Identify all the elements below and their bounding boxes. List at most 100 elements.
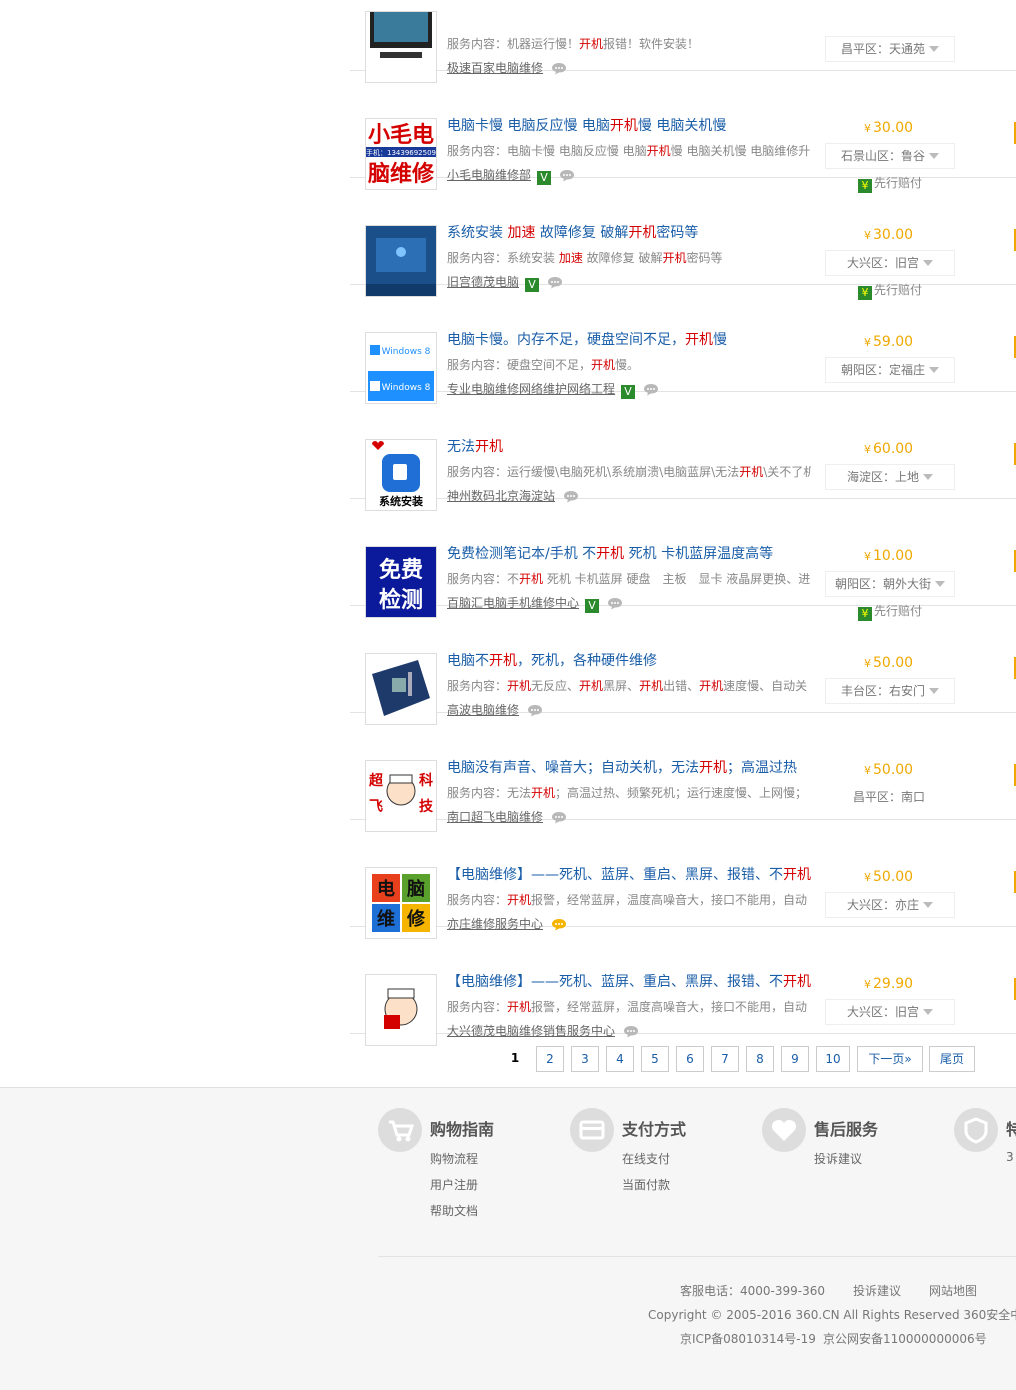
price-value: 59.00 (873, 334, 914, 350)
footer-title: 支付方式 (622, 1120, 687, 1139)
list-item: 小毛电 手机：13439692509 脑维修 电脑卡慢 电脑反应慢 电脑开机慢 电脑关… (350, 70, 1016, 193)
area-dropdown[interactable]: 大兴区：亦庄 (825, 892, 955, 918)
service-description: 服务内容：机器运行慢！开机报错！软件安装！ (447, 35, 811, 52)
svg-text:手机：13439692509: 手机：13439692509 (366, 148, 436, 157)
svg-text:飞: 飞 (369, 799, 383, 815)
title-text: ；高温过热 (727, 760, 797, 776)
footer-link-shopping-flow[interactable]: 购物流程 (430, 1150, 478, 1167)
item-title[interactable]: 电脑卡慢。内存不足，硬盘空间不足，开机慢 (447, 329, 727, 349)
page-link-3[interactable]: 3 (571, 1046, 599, 1072)
description-text: 慢。 (615, 358, 640, 372)
keyword-highlight: 开机 (591, 358, 616, 372)
next-page-button[interactable]: 下一页» (857, 1046, 923, 1072)
chevron-down-icon (929, 688, 939, 694)
page-link-5[interactable]: 5 (641, 1046, 669, 1072)
price: ¥50.00 (864, 869, 913, 885)
keyword-highlight: 开机 (507, 679, 532, 693)
shop-name-link[interactable]: 大兴德茂电脑维修销售服务中心 (447, 1024, 615, 1038)
item-title[interactable]: 系统安装 加速 故障修复 破解开机密码等 (447, 222, 698, 242)
page-link-7[interactable]: 7 (711, 1046, 739, 1072)
area-text: 大兴区：旧宫 (846, 256, 919, 270)
item-title[interactable]: 【电脑维修】——死机、蓝屏、重启、黑屏、报错、不开机 (447, 864, 811, 884)
keyword-highlight: 开机 (489, 653, 517, 669)
item-title[interactable]: 免费检测笔记本/手机 不开机 死机 卡机蓝屏温度高等 (447, 543, 773, 563)
keyword-highlight: 开机 (628, 225, 657, 241)
thumbnail-image[interactable] (365, 974, 437, 1046)
title-text: 电脑没有声音、噪音大；自动关机，无法 (447, 760, 699, 776)
area-dropdown[interactable]: 大兴区：旧宫 (825, 250, 955, 276)
list-item: 系统安装 加速 故障修复 破解开机密码等 服务内容：系统安装 加速 故障修复 破解… (350, 177, 1016, 300)
page-link-4[interactable]: 4 (606, 1046, 634, 1072)
service-description: 服务内容：电脑卡慢 电脑反应慢 电脑开机慢 电脑关机慢 电脑维修升 (447, 142, 811, 159)
currency-symbol: ¥ (864, 443, 871, 456)
svg-text:电: 电 (377, 878, 395, 900)
price: ¥30.00 (864, 120, 913, 136)
area-dropdown[interactable]: 朝阳区：定福庄 (825, 357, 955, 383)
description-text: 黑屏、 (603, 679, 640, 693)
keyword-highlight: 开机 (699, 679, 724, 693)
keyword-highlight: 开机 (579, 37, 604, 51)
price: ¥59.00 (864, 334, 913, 350)
keyword-highlight: 开机 (783, 974, 811, 990)
svg-text:小毛电: 小毛电 (368, 123, 434, 148)
area-text: 朝阳区：朝外大街 (834, 577, 931, 591)
chevron-down-icon (929, 153, 939, 159)
footer-link-cash-pay[interactable]: 当面付款 (622, 1176, 670, 1193)
currency-symbol: ¥ (864, 978, 871, 991)
item-title[interactable]: 无法开机 (447, 436, 503, 456)
svg-text:脑: 脑 (407, 878, 425, 900)
footer-hotline: 客服电话：4000-399-360 (680, 1284, 826, 1298)
currency-symbol: ¥ (864, 764, 871, 777)
keyword-highlight: 开机 (579, 679, 604, 693)
chevron-down-icon (929, 367, 939, 373)
chevron-down-icon (923, 260, 933, 266)
footer-link-sitemap[interactable]: 网站地图 (929, 1282, 977, 1299)
price-value: 29.90 (873, 976, 914, 992)
footer-link-special[interactable]: 3 (1006, 1150, 1014, 1164)
chat-icon[interactable] (623, 1025, 639, 1038)
description-text: 速度慢、自动关 (723, 679, 808, 693)
page-link-9[interactable]: 9 (781, 1046, 809, 1072)
page-link-2[interactable]: 2 (536, 1046, 564, 1072)
item-title[interactable]: 电脑没有声音、噪音大；自动关机，无法开机；高温过热 (447, 757, 797, 777)
page-link-10[interactable]: 10 (816, 1046, 850, 1072)
shield-icon (954, 1108, 998, 1152)
footer-link-complaint[interactable]: 投诉建议 (814, 1150, 862, 1167)
footer-link-complaint-bottom[interactable]: 投诉建议 (853, 1282, 901, 1299)
svg-text:Windows 8: Windows 8 (382, 347, 431, 357)
description-text: 无反应、 (531, 679, 580, 693)
item-title[interactable]: 电脑不开机，死机，各种硬件维修 (447, 650, 657, 670)
area-label: 昌平区：南口 (825, 785, 953, 809)
price: ¥10.00 (864, 548, 913, 564)
area-dropdown[interactable]: 大兴区：旧宫 (825, 999, 955, 1025)
service-description: 服务内容：不开机 死机 卡机蓝屏 硬盘 主板 显卡 液晶屏更换、进 (447, 570, 811, 587)
item-title[interactable]: 【电脑维修】——死机、蓝屏、重启、黑屏、报错、不开机 (447, 971, 811, 991)
price-value: 10.00 (873, 548, 914, 564)
keyword-highlight: 开机 (507, 1000, 532, 1014)
price: ¥30.00 (864, 227, 913, 243)
currency-symbol: ¥ (864, 871, 871, 884)
title-text: 故障修复 破解 (535, 225, 629, 241)
area-text: 昌平区：南口 (852, 790, 925, 804)
page-link-6[interactable]: 6 (676, 1046, 704, 1072)
title-text: 无法 (447, 439, 475, 455)
page-link-8[interactable]: 8 (746, 1046, 774, 1072)
footer-link-help[interactable]: 帮助文档 (430, 1202, 478, 1219)
footer-copyright: Copyright © 2005-2016 360.CN All Rights … (648, 1308, 1016, 1322)
area-dropdown[interactable]: 丰台区：右安门 (825, 678, 955, 704)
area-dropdown[interactable]: 石景山区：鲁谷 (825, 143, 955, 169)
page-current: 1 (500, 1046, 530, 1070)
title-text: 【电脑维修】——死机、蓝屏、重启、黑屏、报错、不 (447, 867, 783, 883)
list-item: Windows 8 Windows 8 电脑卡慢。内存不足，硬盘空间不足，开机慢 服务… (350, 284, 1016, 404)
item-title[interactable]: 电脑卡慢 电脑反应慢 电脑开机慢 电脑关机慢 (447, 115, 726, 135)
last-page-button[interactable]: 尾页 (929, 1046, 975, 1072)
area-dropdown[interactable]: 昌平区：天通苑 (825, 36, 955, 62)
price-value: 50.00 (873, 869, 914, 885)
footer-link-online-pay[interactable]: 在线支付 (622, 1150, 670, 1167)
footer-police: 京公网安备110000000006号 (823, 1332, 987, 1346)
area-dropdown[interactable]: 朝阳区：朝外大街 (825, 571, 955, 597)
area-dropdown[interactable]: 海淀区：上地 (825, 464, 955, 490)
chevron-down-icon (923, 474, 933, 480)
footer-link-register[interactable]: 用户注册 (430, 1176, 478, 1193)
description-text: 报警，经常蓝屏，温度高噪音大，接口不能用，自动 (531, 1000, 808, 1014)
